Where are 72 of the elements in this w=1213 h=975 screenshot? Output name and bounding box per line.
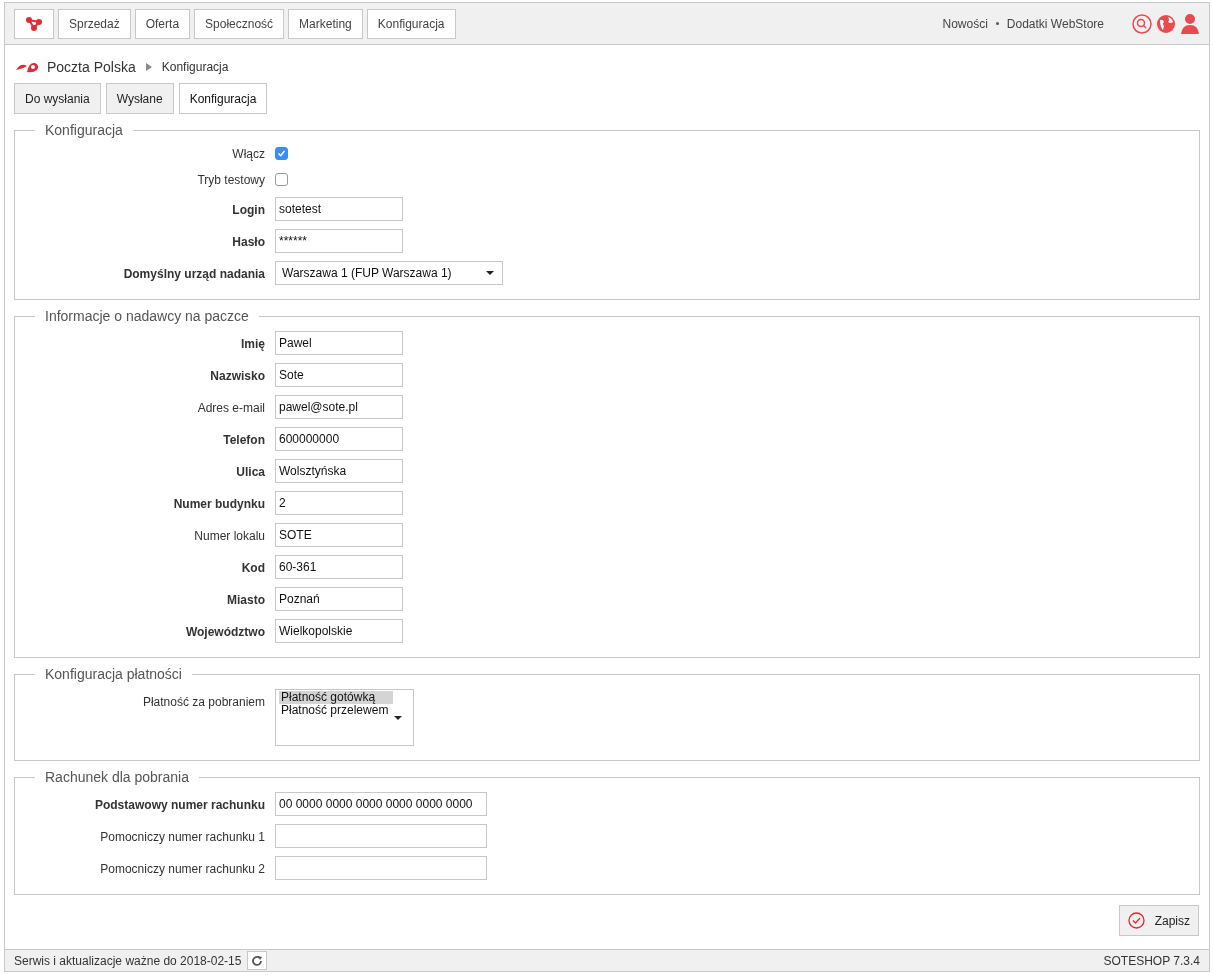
field-label: Pomocniczy numer rachunku 1 xyxy=(99,829,265,846)
field-label: Kod xyxy=(240,560,265,577)
field-label: Numer lokalu xyxy=(193,528,265,545)
listbox-option[interactable]: Płatność gotówką xyxy=(279,691,393,704)
field-label: Włącz xyxy=(231,146,265,163)
header-link[interactable]: Nowości xyxy=(942,14,988,33)
text-input-field[interactable]: 00 0000 0000 0000 0000 0000 0000 xyxy=(275,792,487,816)
nav-menu-button[interactable]: Marketing xyxy=(288,8,363,39)
listbox-option[interactable]: Płatność przelewem xyxy=(279,704,393,717)
text-input-field[interactable]: 60-361 xyxy=(275,555,403,579)
field-label: Login xyxy=(231,202,265,219)
nav-menu-button[interactable]: Oferta xyxy=(134,8,191,39)
nav-menu-button[interactable]: Społeczność xyxy=(194,8,285,39)
refresh-icon xyxy=(251,954,264,967)
field-label: Adres e-mail xyxy=(196,400,265,417)
text-input-field[interactable] xyxy=(275,824,487,848)
field-label: Nazwisko xyxy=(209,368,265,385)
tab[interactable]: Do wysłania xyxy=(14,83,101,114)
text-input-field[interactable]: 600000000 xyxy=(275,427,403,451)
caret-icon xyxy=(486,271,494,275)
field-label: Domyślny urząd nadania xyxy=(122,266,265,283)
text-input-field[interactable]: Wielkopolskie xyxy=(275,619,403,643)
user-icon[interactable] xyxy=(1180,12,1200,35)
section-legend: Konfiguracja xyxy=(35,120,133,141)
checkmark-icon xyxy=(277,149,286,158)
text-input-field[interactable] xyxy=(275,856,487,880)
section-legend: Rachunek dla pobrania xyxy=(35,767,199,788)
field-label: Hasło xyxy=(231,234,265,251)
breadcrumb-module[interactable]: Poczta Polska xyxy=(47,56,136,78)
tab[interactable]: Wysłane xyxy=(105,83,174,114)
breadcrumb-page: Konfiguracja xyxy=(161,59,229,76)
text-input-field[interactable]: Sote xyxy=(275,363,403,387)
text-input-field[interactable]: Pawel xyxy=(275,331,403,355)
caret-icon xyxy=(394,716,402,720)
text-input-field[interactable]: 2 xyxy=(275,491,403,515)
network-logo-icon xyxy=(26,16,42,31)
globe-icon[interactable] xyxy=(1156,13,1176,34)
field-label: Podstawowy numer rachunku xyxy=(93,797,265,814)
nav-menu-button[interactable]: Sprzedaż xyxy=(58,8,131,39)
version-text: SOTESHOP 7.3.4 xyxy=(1103,952,1200,970)
tab[interactable]: Konfiguracja xyxy=(178,83,268,114)
nav-menu-button[interactable]: Konfiguracja xyxy=(366,8,456,39)
field-label: Imię xyxy=(240,336,265,353)
section-legend: Konfiguracja płatności xyxy=(35,664,192,685)
post-horn-logo-icon xyxy=(15,60,41,74)
field-label: Tryb testowy xyxy=(196,172,265,189)
refresh-button[interactable] xyxy=(247,951,268,970)
checkbox[interactable] xyxy=(275,147,288,160)
logo-button[interactable] xyxy=(14,8,54,39)
breadcrumb-arrow-icon xyxy=(145,63,152,71)
dropdown-field[interactable]: Warszawa 1 (FUP Warszawa 1) xyxy=(275,261,503,285)
field-label: Pomocniczy numer rachunku 2 xyxy=(99,861,265,878)
checkmark-circle-icon xyxy=(1127,912,1145,929)
section-legend: Informacje o nadawcy na paczce xyxy=(35,306,259,327)
text-input-field[interactable]: Wolsztyńska xyxy=(275,459,403,483)
search-icon[interactable] xyxy=(1132,13,1152,34)
checkbox[interactable] xyxy=(275,173,288,186)
field-label: Numer budynku xyxy=(172,496,265,513)
text-input-field[interactable]: ****** xyxy=(275,229,403,253)
header-link[interactable]: Dodatki WebStore xyxy=(1006,14,1104,33)
text-input-field[interactable]: sotetest xyxy=(275,197,403,221)
field-label: Telefon xyxy=(222,432,265,449)
license-status-text: Serwis i aktualizacje ważne do 2018-02-15 xyxy=(14,952,242,970)
field-label: Miasto xyxy=(226,592,265,609)
save-button[interactable]: Zapisz xyxy=(1118,905,1199,936)
text-input-field[interactable]: pawel@sote.pl xyxy=(275,395,403,419)
field-label: Płatność za pobraniem xyxy=(141,694,265,711)
text-input-field[interactable]: SOTE xyxy=(275,523,403,547)
field-label: Ulica xyxy=(235,464,265,481)
listbox-field[interactable]: Płatność gotówką Płatność przelewem xyxy=(275,689,414,746)
field-label: Województwo xyxy=(184,624,265,641)
text-input-field[interactable]: Poznań xyxy=(275,587,403,611)
